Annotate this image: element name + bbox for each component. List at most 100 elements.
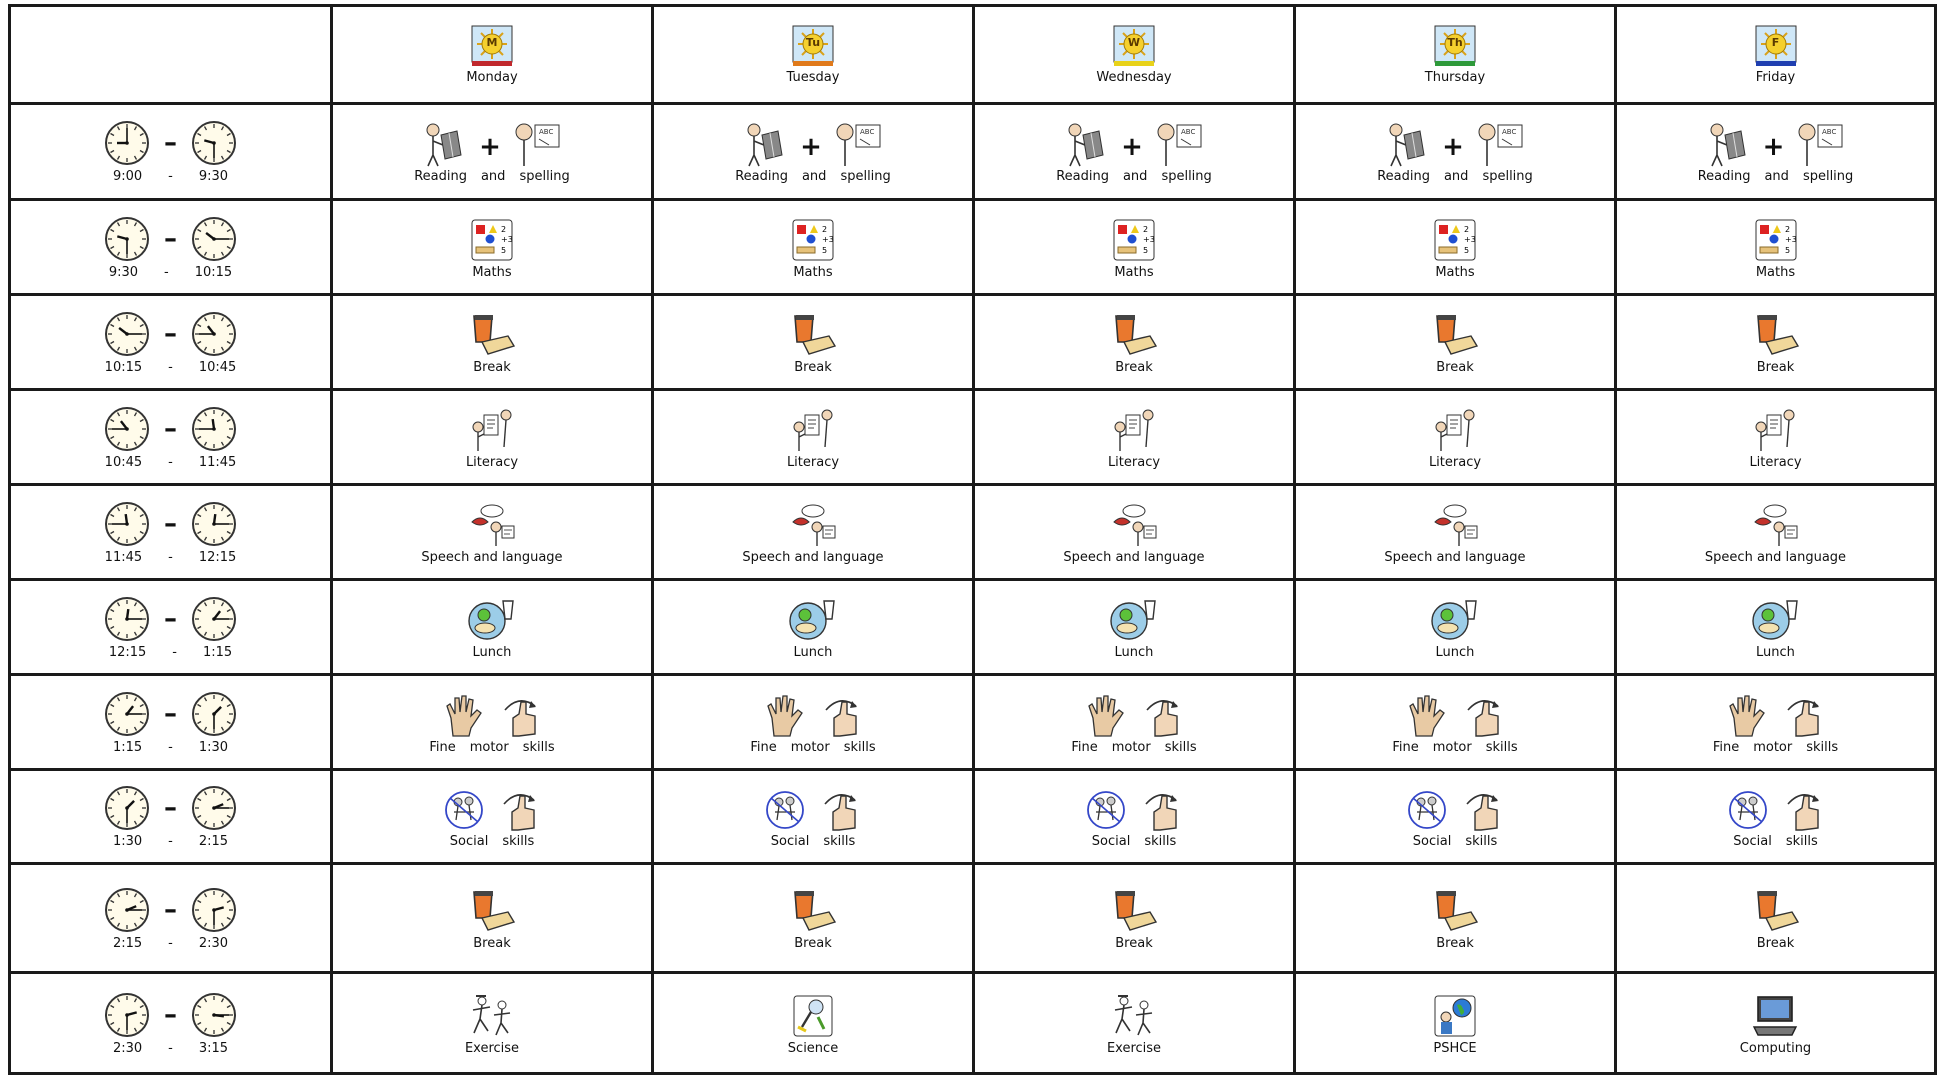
start-time: 11:45 <box>104 549 143 565</box>
activity-cell: Social skills <box>330 768 654 865</box>
activity-word: Break <box>1115 359 1153 375</box>
start-time: 10:15 <box>104 359 143 375</box>
activity-word: Lunch <box>793 644 833 660</box>
activity-cell: + ABC Reading and spelling <box>330 102 654 201</box>
svg-text:2: 2 <box>1143 225 1148 234</box>
range-dash: – <box>164 413 177 444</box>
activity-word: Social <box>449 834 489 849</box>
activity-word: spelling <box>1482 169 1533 184</box>
svg-text:+3: +3 <box>501 235 513 244</box>
activity-word: Fine <box>429 739 456 755</box>
time-separator: - <box>168 169 173 184</box>
activity-word: Science <box>787 1040 839 1056</box>
svg-text:5: 5 <box>822 246 827 255</box>
activity-word: skills <box>1465 834 1498 849</box>
activity-cell: Break <box>1293 862 1617 974</box>
range-dash: – <box>164 793 177 823</box>
clock-end-icon <box>191 596 237 642</box>
thumbs-up-icon <box>498 786 542 832</box>
social-icon <box>1084 786 1128 832</box>
sun-day-icon: W <box>1113 25 1155 67</box>
activity-word: Speech and language <box>742 549 884 565</box>
activity-word: motor <box>1111 739 1151 755</box>
activity-word: Fine <box>1712 739 1740 755</box>
svg-text:ABC: ABC <box>1502 128 1516 136</box>
activity-word: skills <box>823 834 856 849</box>
activity-word: Break <box>794 935 832 951</box>
activity-word: motor <box>1753 739 1793 755</box>
activity-word: motor <box>1432 739 1472 755</box>
break-snack-icon <box>1752 888 1800 934</box>
timetable-row: – 10:45 - 11:45 Literacy Literacy Literacy Lite… <box>8 388 1937 486</box>
speech-language-icon <box>468 502 516 548</box>
corner-cell <box>8 4 333 105</box>
activity-cell: Speech and language <box>972 483 1296 581</box>
activity-word: Maths <box>793 264 833 280</box>
clock-end-icon <box>191 311 237 357</box>
activity-word: Fine <box>750 739 777 755</box>
speech-language-icon <box>789 502 837 548</box>
clock-end-icon <box>191 120 237 166</box>
sun-day-icon: F <box>1755 25 1797 67</box>
activity-word: spelling <box>840 169 891 184</box>
time-separator: - <box>168 935 173 951</box>
break-snack-icon <box>1431 312 1479 358</box>
activity-word: Break <box>1436 359 1474 375</box>
thumbs-up-icon <box>1782 692 1826 738</box>
svg-text:5: 5 <box>1464 246 1469 255</box>
activity-word: and <box>1764 169 1789 184</box>
time-cell: – 1:30 - 2:15 <box>8 768 333 865</box>
time-cell: – 11:45 - 12:15 <box>8 483 333 581</box>
activity-cell: Lunch <box>1614 578 1937 676</box>
activity-cell: Speech and language <box>330 483 654 581</box>
day-header-friday: F Friday <box>1614 4 1937 105</box>
activity-word: skills <box>843 739 876 755</box>
activity-cell: Literacy <box>1614 388 1937 486</box>
activity-word: Break <box>1756 359 1795 375</box>
break-snack-icon <box>789 888 837 934</box>
maths-icon: 2 +3 5 <box>1110 217 1158 263</box>
maths-icon: 2 +3 5 <box>468 217 516 263</box>
activity-word: skills <box>1806 739 1839 755</box>
activity-word: Computing <box>1739 1040 1812 1056</box>
activity-word: skills <box>522 739 555 755</box>
range-dash: – <box>164 698 177 729</box>
time-cell: – 9:00 - 9:30 <box>8 102 333 201</box>
time-separator: - <box>172 644 177 660</box>
activity-word: spelling <box>519 169 570 184</box>
activity-word: Maths <box>472 264 512 280</box>
activity-word: Lunch <box>1435 644 1475 660</box>
activity-cell: + ABC Reading and spelling <box>1614 102 1937 201</box>
activity-word: skills <box>1485 739 1518 755</box>
end-time: 11:45 <box>198 454 237 470</box>
start-time: 1:30 <box>112 834 143 849</box>
social-icon <box>763 786 807 832</box>
day-label: Thursday <box>1424 69 1486 85</box>
time-separator: - <box>168 739 173 755</box>
activity-cell: Social skills <box>972 768 1296 865</box>
time-cell: – 9:30 - 10:15 <box>8 198 333 296</box>
activity-cell: Fine motor skills <box>651 673 975 771</box>
clock-end-icon <box>191 406 237 452</box>
literacy-icon <box>789 407 837 453</box>
svg-text:5: 5 <box>501 246 506 255</box>
activity-cell: Lunch <box>330 578 654 676</box>
day-header-monday: M Monday <box>330 4 654 105</box>
plus-icon: + <box>479 132 501 162</box>
activity-word: skills <box>1164 739 1197 755</box>
activity-cell: Lunch <box>651 578 975 676</box>
break-snack-icon <box>1431 888 1479 934</box>
clock-end-icon <box>191 887 237 933</box>
social-icon <box>1405 786 1449 832</box>
break-snack-icon <box>468 888 516 934</box>
day-letter: Th <box>1447 35 1463 49</box>
activity-cell: Break <box>330 293 654 391</box>
clock-end-icon <box>191 691 237 737</box>
activity-cell: Break <box>1293 293 1617 391</box>
activity-word: Maths <box>1435 264 1475 280</box>
break-snack-icon <box>468 312 516 358</box>
literacy-icon <box>468 407 516 453</box>
range-dash: – <box>164 603 177 634</box>
activity-word: Break <box>1756 935 1795 951</box>
maths-icon: 2 +3 5 <box>1431 217 1479 263</box>
